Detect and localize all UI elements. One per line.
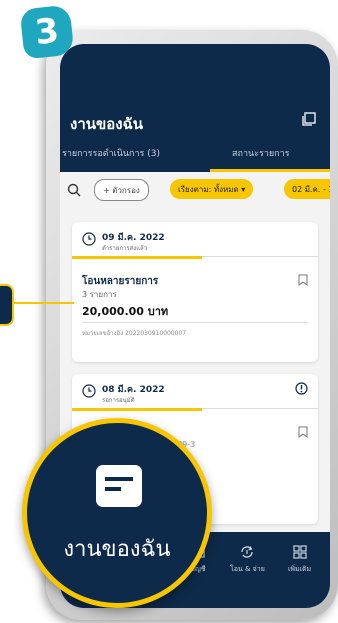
group-status: ดำรายการส่งแล้ว: [102, 245, 148, 252]
clock-icon: [82, 232, 96, 246]
clock-icon: [82, 384, 96, 398]
copy-icon[interactable]: [302, 112, 316, 126]
tab-status[interactable]: สถานะรายการ: [232, 146, 289, 160]
filter-button[interactable]: + ตัวกรอง: [94, 179, 149, 201]
transaction-reference: หมายเลขอ้างอิง 2022030910000007: [82, 330, 187, 337]
callout-label: งานของฉัน: [63, 537, 171, 562]
side-highlight-tab: [0, 284, 14, 326]
info-icon[interactable]: [295, 382, 308, 395]
tab-pending[interactable]: รายการรอดำเนินการ (3): [62, 146, 160, 160]
transaction-count: 3 รายการ: [82, 290, 117, 299]
task-list-icon: [96, 465, 142, 507]
transfer-icon: [241, 546, 254, 558]
more-grid-icon: [292, 545, 307, 559]
transaction-title[interactable]: โอนหลายรายการ: [82, 274, 158, 289]
nav-transfer[interactable]: โอน & จ่าย: [230, 544, 265, 575]
divider: [82, 322, 308, 323]
callout-connector-line: [14, 302, 74, 304]
group-date: 09 มี.ค. 2022: [102, 233, 165, 243]
app-header: งานของฉัน รายการรอดำเนินการ (3) สถานะราย…: [60, 44, 330, 172]
step-number-badge: 3: [19, 4, 75, 60]
bookmark-icon[interactable]: [298, 274, 308, 286]
search-icon[interactable]: [66, 182, 82, 198]
nav-label: เพิ่มเติม: [288, 565, 312, 573]
transaction-amount: 20,000.00 บาท: [82, 305, 169, 318]
group-date: 08 มี.ค. 2022: [102, 385, 165, 395]
nav-more[interactable]: เพิ่มเติม: [288, 544, 311, 575]
zoom-callout: งานของฉัน: [22, 418, 212, 608]
bookmark-icon[interactable]: [298, 426, 308, 438]
filter-bar: + ตัวกรอง เรียงตาม: ทั้งหมด ▾ 02 มี.ค. -…: [60, 172, 330, 206]
progress-track: [202, 408, 318, 409]
group-status: รอการอนุมัติ: [102, 397, 135, 404]
tab-bar: รายการรอดำเนินการ (3) สถานะรายการ: [60, 140, 330, 172]
status-progress: [72, 256, 202, 259]
progress-track: [202, 256, 318, 257]
nav-label: โอน & จ่าย: [230, 565, 265, 573]
status-progress: [72, 408, 202, 411]
transaction-group: 09 มี.ค. 2022 ดำรายการส่งแล้ว โอนหลายราย…: [72, 222, 318, 362]
sort-dropdown[interactable]: เรียงตาม: ทั้งหมด ▾: [170, 179, 254, 199]
page-title: งานของฉัน: [70, 115, 144, 133]
date-range-chip[interactable]: 02 มี.ค. - 15: [284, 179, 330, 199]
